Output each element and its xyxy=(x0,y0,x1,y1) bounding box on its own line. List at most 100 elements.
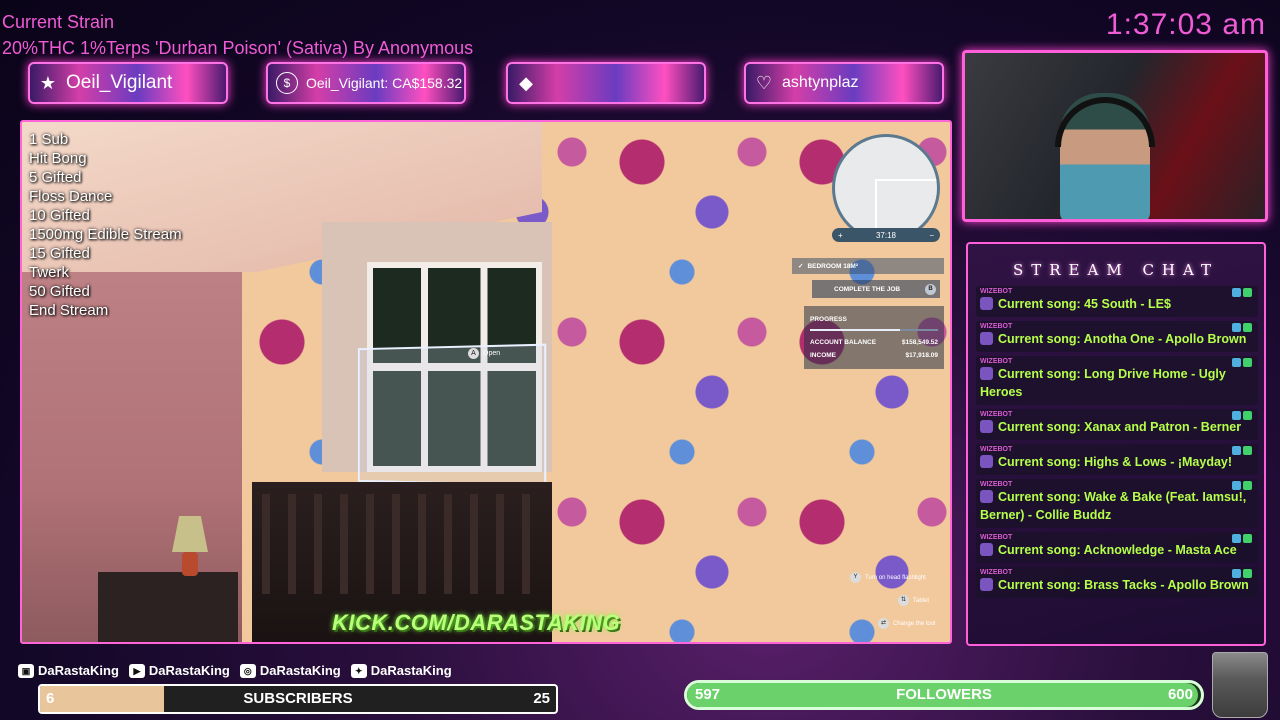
chat-text: Current song: Brass Tacks - Apollo Brown xyxy=(998,578,1249,592)
job-room: ✓ BEDROOM 18M² xyxy=(792,258,944,274)
social-link: ✦ DaRastaKing xyxy=(350,663,452,678)
bed-headboard xyxy=(262,494,532,594)
b-button-icon: B xyxy=(925,283,936,295)
chat-author: WIZEBOT xyxy=(980,481,1013,488)
goal-item: 15 Gifted xyxy=(29,245,90,262)
chat-message: WIZEBOT Current song: Acknowledge - Masta… xyxy=(976,532,1258,563)
badge-icon xyxy=(1243,534,1252,543)
latest-sub-banner: ♡ ashtynplaz xyxy=(744,62,944,104)
goal-item: 10 Gifted xyxy=(29,207,90,224)
music-emote-icon xyxy=(980,543,993,556)
badge-icon xyxy=(1243,288,1252,297)
minimap xyxy=(832,134,940,242)
twitch-icon: ▣ xyxy=(18,663,34,678)
job-panel: ✓ BEDROOM 18M² COMPLETE THE JOB B PROGRE… xyxy=(792,258,944,388)
badge-icon xyxy=(1232,569,1241,578)
chat-author: WIZEBOT xyxy=(980,446,1013,453)
badge-icon xyxy=(1232,481,1241,490)
goal-item: Twerk xyxy=(29,264,70,281)
subscribers-goal: 25 xyxy=(533,690,550,707)
job-stats: PROGRESS ACCOUNT BALANCE $158,549.52 INCO… xyxy=(804,306,944,369)
chat-message: WIZEBOT Current song: 45 South - LE$ xyxy=(976,286,1258,317)
income-row: INCOME $17,918.09 xyxy=(810,352,938,359)
social-link: ◎ DaRastaKing xyxy=(239,663,341,678)
goal-item: Floss Dance xyxy=(29,188,113,205)
chat-text: Current song: Xanax and Patron - Berner xyxy=(998,420,1242,434)
social-handle: DaRastaKing xyxy=(148,663,230,678)
twitter-icon: ✦ xyxy=(350,663,367,678)
progress-label: PROGRESS xyxy=(810,316,847,323)
hint-flashlight: Y Turn on head flashlight xyxy=(850,572,950,583)
social-link: ▣ DaRastaKing xyxy=(18,663,119,678)
chat-author: WIZEBOT xyxy=(980,534,1013,541)
dpad-icon: ⇄ xyxy=(878,618,889,629)
webcam-feed xyxy=(962,50,1268,222)
chat-text: Current song: Long Drive Home - Ugly Her… xyxy=(980,367,1226,399)
badge-icon xyxy=(1243,411,1252,420)
goal-item: 50 Gifted xyxy=(29,283,90,300)
chat-author: WIZEBOT xyxy=(980,323,1013,330)
banner-text: Oeil_Vigilant xyxy=(66,72,173,93)
complete-job-button[interactable]: COMPLETE THE JOB B xyxy=(812,280,940,298)
chat-author: WIZEBOT xyxy=(980,288,1013,295)
y-button-icon: Y xyxy=(850,572,861,583)
chat-title: STREAM CHAT xyxy=(1012,261,1220,279)
youtube-icon: ▶ xyxy=(128,663,145,678)
badge-icon xyxy=(1243,481,1252,490)
lamp-base xyxy=(182,552,198,576)
music-emote-icon xyxy=(980,367,993,380)
banner-text: ashtynplaz xyxy=(782,74,859,91)
subscribers-goal-bar: 6 SUBSCRIBERS 25 xyxy=(38,684,558,714)
hint-tablet: ⇅ Tablet xyxy=(850,595,950,606)
chat-message: WIZEBOT Current song: Brass Tacks - Apoll… xyxy=(976,567,1258,598)
control-hints: Y Turn on head flashlight ⇅ Tablet ⇄ Cha… xyxy=(850,572,950,641)
game-capture: A Open 1 Sub Hit Bong 5 Gifted Floss Dan… xyxy=(20,120,952,644)
badge-icon xyxy=(1243,323,1252,332)
zoom-in-icon[interactable]: + xyxy=(838,231,843,240)
progress-bar xyxy=(810,329,938,331)
check-icon: ✓ xyxy=(798,263,804,270)
dollar-icon: $ xyxy=(276,72,298,94)
cup-icon xyxy=(1212,652,1268,718)
chat-text: Current song: 45 South - LE$ xyxy=(998,297,1171,311)
minimap-controls: + 37:18 − xyxy=(832,228,940,242)
game-timer: 37:18 xyxy=(875,230,897,240)
followers-goal-bar: 597 FOLLOWERS 600 xyxy=(684,680,1204,710)
goal-item: 1500mg Edible Stream xyxy=(29,226,182,243)
diamond-icon: ◆ xyxy=(519,73,533,93)
chat-text: Current song: Wake & Bake (Feat. Iamsu!,… xyxy=(980,490,1247,522)
goal-list: 1 Sub Hit Bong 5 Gifted Floss Dance 10 G… xyxy=(29,130,182,320)
badge-icon xyxy=(1243,358,1252,367)
chat-text: Current song: Anotha One - Apollo Brown xyxy=(998,332,1247,346)
dpad-icon: ⇅ xyxy=(898,595,909,606)
social-link: ▶ DaRastaKing xyxy=(128,663,230,678)
chat-author: WIZEBOT xyxy=(980,358,1013,365)
badge-icon xyxy=(1232,323,1241,332)
current-strain-description: 20%THC 1%Terps 'Durban Poison' (Sativa) … xyxy=(2,38,474,58)
music-emote-icon xyxy=(980,420,993,433)
stream-chat: STREAM CHAT WIZEBOT Current song: 45 Sout… xyxy=(966,242,1266,646)
chat-badges xyxy=(1232,481,1252,490)
chat-badges xyxy=(1232,534,1252,543)
zoom-out-icon[interactable]: − xyxy=(929,231,934,240)
current-strain-title: Current Strain xyxy=(2,12,115,32)
open-label: Open xyxy=(483,350,501,357)
badge-icon xyxy=(1232,534,1241,543)
social-handle: DaRastaKing xyxy=(38,663,119,678)
chat-badges xyxy=(1232,411,1252,420)
latest-follower-banner: ★ Oeil_Vigilant xyxy=(28,62,228,104)
badge-icon xyxy=(1232,358,1241,367)
window-placement-preview[interactable] xyxy=(357,343,547,487)
goal-item: Hit Bong xyxy=(29,150,87,167)
instagram-icon: ◎ xyxy=(239,663,256,678)
open-prompt[interactable]: A Open xyxy=(468,348,500,359)
complete-job-label: COMPLETE THE JOB xyxy=(834,285,901,293)
goal-item: End Stream xyxy=(29,302,109,319)
subscribers-label: SUBSCRIBERS xyxy=(243,690,353,707)
music-emote-icon xyxy=(980,455,993,468)
chat-message: WIZEBOT Current song: Anotha One - Apollo… xyxy=(976,321,1258,352)
social-handle: DaRastaKing xyxy=(370,663,452,678)
badge-icon xyxy=(1232,446,1241,455)
social-links: ▣ DaRastaKing ▶ DaRastaKing ◎ DaRastaKing ✦ DaR… xyxy=(18,663,452,678)
hint-change-tool: ⇄ Change the tool xyxy=(850,618,950,629)
